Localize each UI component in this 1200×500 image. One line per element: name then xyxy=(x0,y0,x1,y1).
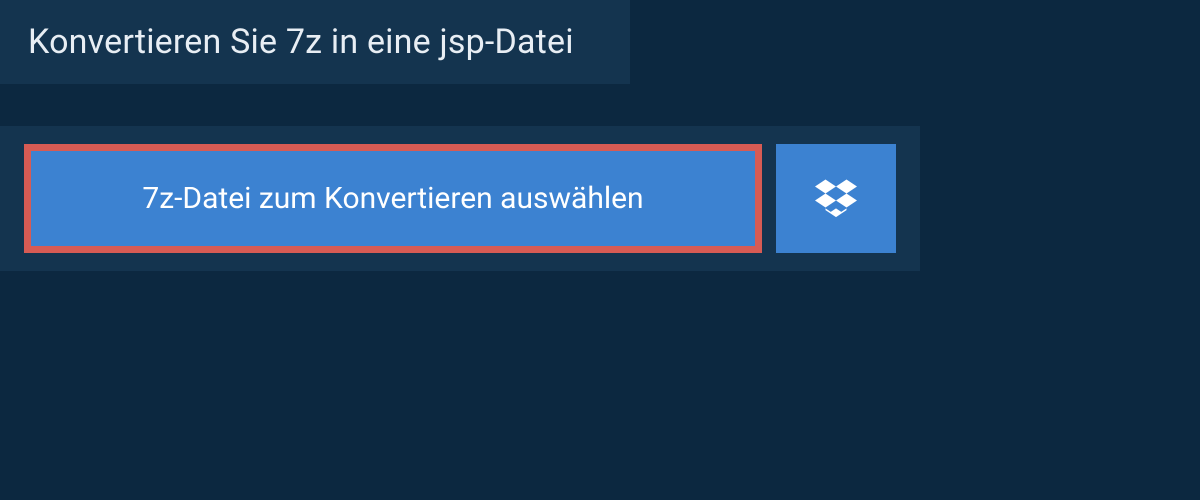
upload-panel: 7z-Datei zum Konvertieren auswählen xyxy=(0,126,920,271)
page-title: Konvertieren Sie 7z in eine jsp-Datei xyxy=(28,22,602,62)
dropbox-icon xyxy=(815,176,857,222)
page-header: Konvertieren Sie 7z in eine jsp-Datei xyxy=(0,0,630,84)
dropbox-button[interactable] xyxy=(776,144,896,253)
select-file-button[interactable]: 7z-Datei zum Konvertieren auswählen xyxy=(24,144,762,253)
select-file-label: 7z-Datei zum Konvertieren auswählen xyxy=(142,181,643,216)
